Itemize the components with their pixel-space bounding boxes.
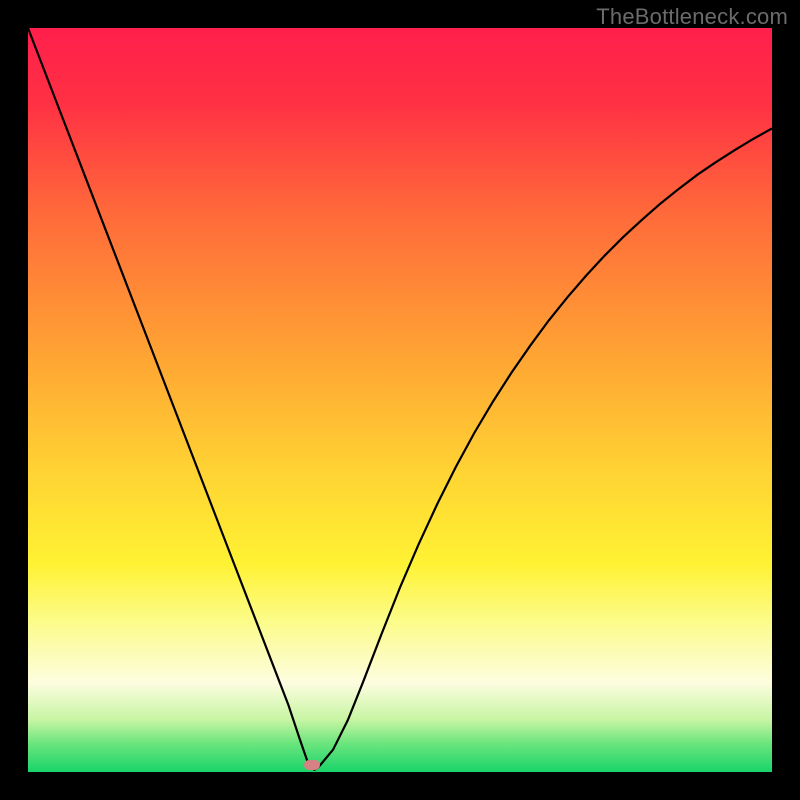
plot-area: [28, 28, 772, 772]
minimum-marker: [304, 760, 320, 770]
bottleneck-curve: [28, 28, 772, 772]
chart-frame: TheBottleneck.com: [0, 0, 800, 800]
watermark-text: TheBottleneck.com: [596, 4, 788, 30]
